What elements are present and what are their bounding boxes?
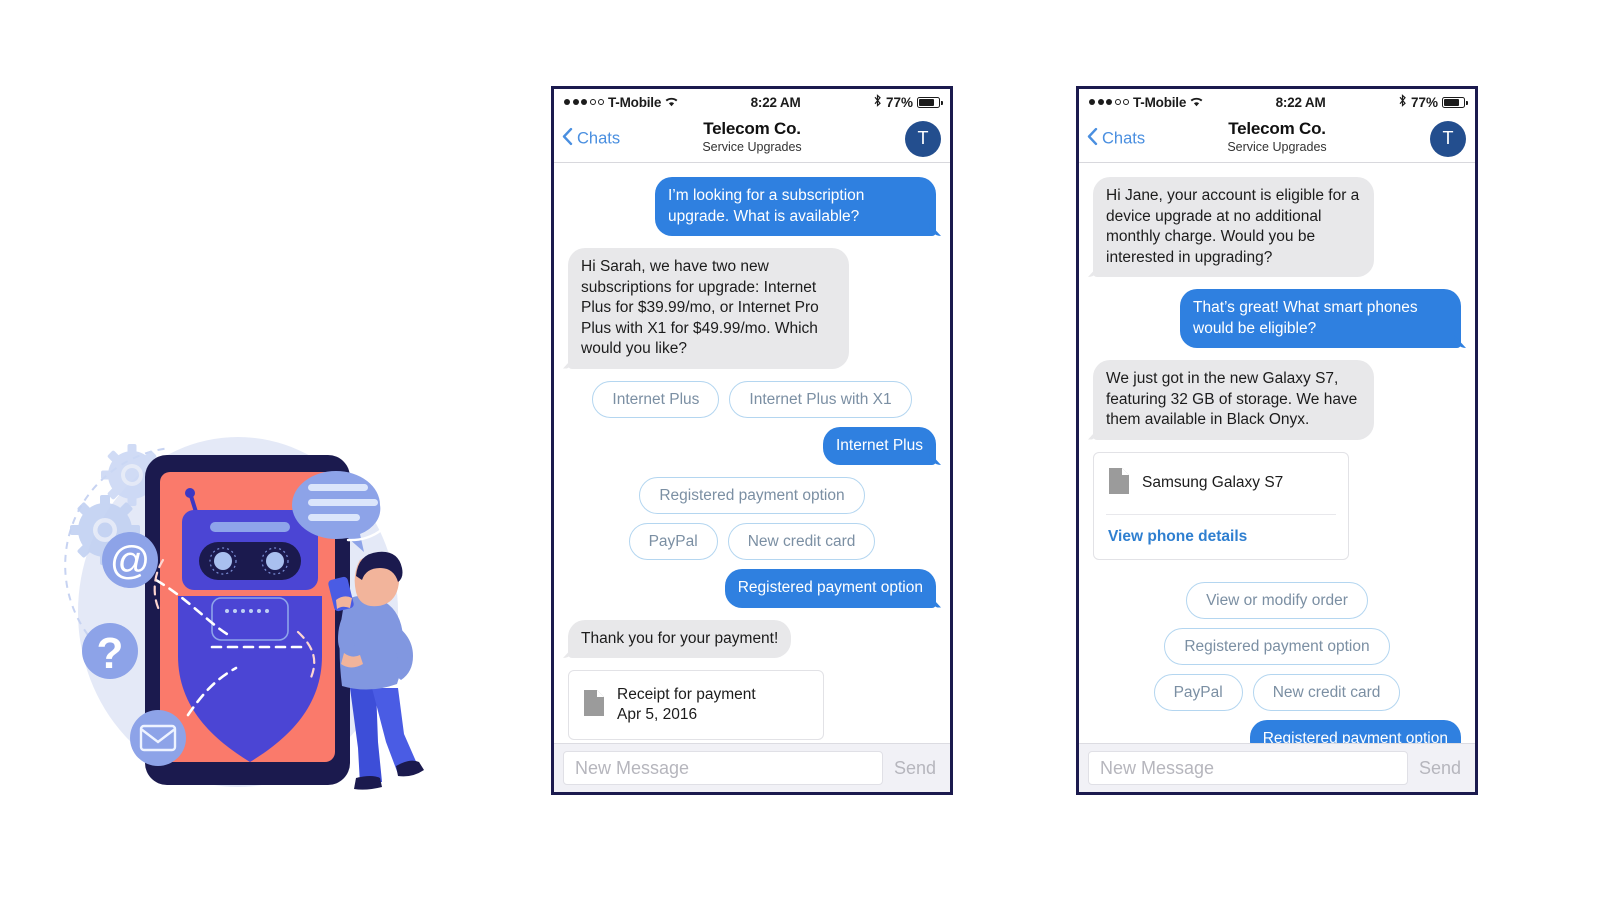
chip-registered-payment-option[interactable]: Registered payment option [1164,627,1390,665]
avatar-initial: T [917,128,929,148]
phone-mockup-left: T-Mobile 8:22 AM 77% Chats Telecom Co. S… [551,86,953,795]
wifi-icon [665,95,678,110]
battery-icon [917,96,943,108]
message-row: Hi Sarah, we have two new subscriptions … [568,248,936,369]
nav-bar: Chats Telecom Co. Service Upgrades T [554,115,950,163]
receipt-card-main: Receipt for payment Apr 5, 2016 [569,671,823,739]
incoming-bubble-thanks: Thank you for your payment! [568,619,792,658]
avatar[interactable]: T [1430,120,1466,157]
status-bar-right: 77% [1398,94,1468,110]
receipt-card-date: Apr 5, 2016 [617,706,698,723]
quick-reply-plan-chips: Internet Plus Internet Plus with X1 [568,380,936,418]
view-phone-details-link[interactable]: View phone details [1094,515,1348,559]
outgoing-bubble: I’m looking for a subscription upgrade. … [655,177,936,236]
message-composer: New Message Send [554,743,950,792]
avatar-initial: T [1442,128,1454,148]
quick-reply-payment-chips-row2: PayPal New credit card [568,523,936,560]
new-message-input[interactable]: New Message [563,751,883,785]
battery-icon [1442,96,1468,108]
receipt-card-text: Receipt for payment Apr 5, 2016 [617,685,756,725]
message-row: Registered payment option [568,569,936,608]
outgoing-bubble-question: That’s great! What smart phones would be… [1180,289,1461,348]
battery-percent: 77% [1410,94,1438,110]
phone-product-card[interactable]: Samsung Galaxy S7 View phone details [1093,451,1349,560]
message-row: Samsung Galaxy S7 View phone details [1093,451,1461,570]
status-bar-right: 77% [873,94,943,110]
bluetooth-icon [1398,94,1407,110]
envelope-icon [130,710,186,766]
chevron-left-icon [1087,127,1098,150]
status-bar-time: 8:22 AM [750,94,801,110]
status-bar: T-Mobile 8:22 AM 77% [1079,89,1475,115]
quick-reply-payment-chips-row1: Registered payment option [568,477,936,514]
quick-reply-payment-chips-row2: PayPal New credit card [1093,673,1461,711]
battery-percent: 77% [885,94,913,110]
back-label: Chats [1102,129,1146,147]
outgoing-bubble-plan-choice: Internet Plus [822,426,936,465]
status-bar-time: 8:22 AM [1275,94,1326,110]
svg-text:@: @ [110,539,151,583]
status-bar: T-Mobile 8:22 AM 77% [554,89,950,115]
message-row: I’m looking for a subscription upgrade. … [568,177,936,236]
message-composer: New Message Send [1079,743,1475,792]
incoming-bubble: Hi Sarah, we have two new subscriptions … [568,248,849,369]
back-to-chats-button[interactable]: Chats [562,127,620,150]
message-row: Hi Jane, your account is eligible for a … [1093,177,1461,277]
document-icon [1108,467,1130,500]
receipt-card[interactable]: Receipt for payment Apr 5, 2016 [568,670,824,740]
incoming-bubble-eligibility: Hi Jane, your account is eligible for a … [1093,177,1374,277]
back-label: Chats [577,129,621,147]
bluetooth-icon [873,94,882,110]
message-row: Thank you for your payment! [568,619,936,658]
carrier-name: T-Mobile [1133,94,1187,110]
message-row: Internet Plus [568,426,936,465]
chip-paypal[interactable]: PayPal [1153,673,1243,711]
nav-bar: Chats Telecom Co. Service Upgrades T [1079,115,1475,163]
chip-internet-plus-x1[interactable]: Internet Plus with X1 [729,380,912,418]
incoming-bubble-galaxy: We just got in the new Galaxy S7, featur… [1093,360,1374,440]
message-row: Receipt for payment Apr 5, 2016 [568,670,936,743]
wifi-icon [1190,95,1203,110]
message-row: We just got in the new Galaxy S7, featur… [1093,360,1461,440]
message-row: Registered payment option [1093,719,1461,743]
new-message-input[interactable]: New Message [1088,751,1408,785]
phone-mockup-right: T-Mobile 8:22 AM 77% Chats Telecom Co. S… [1076,86,1478,795]
carrier-name: T-Mobile [608,94,662,110]
back-to-chats-button[interactable]: Chats [1087,127,1145,150]
receipt-card-title: Receipt for payment [617,686,756,703]
quick-reply-payment-chips-row1: Registered payment option [1093,627,1461,665]
quick-reply-order-chips: View or modify order [1093,581,1461,619]
chip-view-or-modify-order[interactable]: View or modify order [1186,581,1368,619]
chip-registered-payment-option[interactable]: Registered payment option [639,477,865,514]
question-mark-icon: ? [82,623,138,679]
chip-new-credit-card[interactable]: New credit card [727,523,876,560]
chip-paypal[interactable]: PayPal [628,523,718,560]
status-bar-left: T-Mobile [564,95,678,110]
message-list-left[interactable]: I’m looking for a subscription upgrade. … [554,163,950,743]
product-card-title: Samsung Galaxy S7 [1142,474,1284,491]
message-list-right[interactable]: Hi Jane, your account is eligible for a … [1079,163,1475,743]
document-icon [583,689,605,722]
outgoing-bubble-payment-choice: Registered payment option [724,569,936,608]
send-button[interactable]: Send [889,758,941,779]
chip-internet-plus[interactable]: Internet Plus [592,380,720,418]
signal-dots-icon [1089,99,1129,105]
avatar[interactable]: T [905,120,941,157]
chatbot-assistant-illustration: @ ? [60,400,440,800]
send-button[interactable]: Send [1414,758,1466,779]
message-row: That’s great! What smart phones would be… [1093,289,1461,348]
status-bar-left: T-Mobile [1089,95,1203,110]
signal-dots-icon [564,99,604,105]
product-card-main: Samsung Galaxy S7 [1094,453,1348,514]
chip-new-credit-card[interactable]: New credit card [1252,673,1401,711]
svg-text:?: ? [97,629,124,678]
outgoing-bubble-payment-choice: Registered payment option [1249,719,1461,743]
at-sign-icon: @ [102,532,158,588]
chevron-left-icon [562,127,573,150]
